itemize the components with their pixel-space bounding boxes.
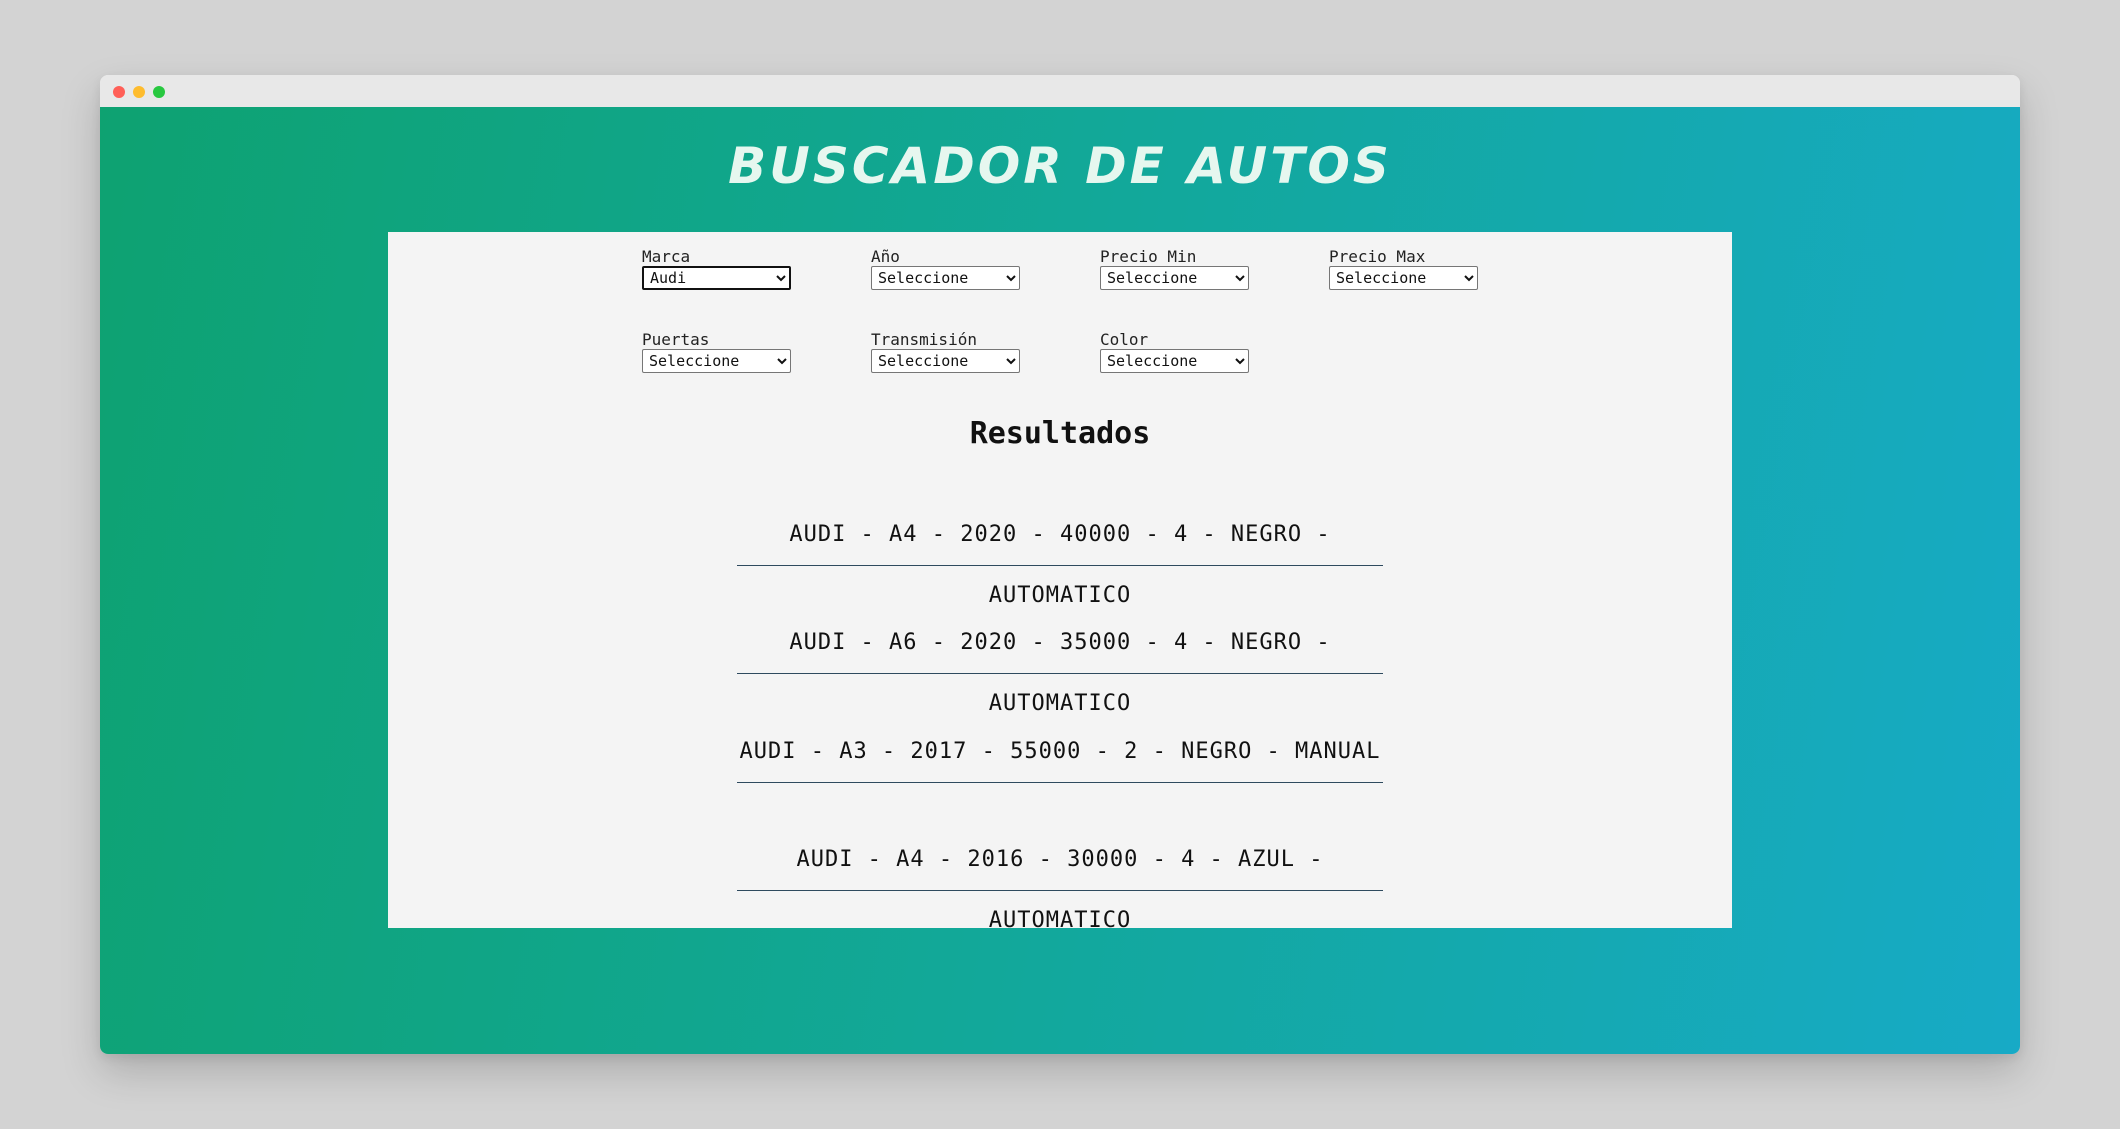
marca-select[interactable]: Audi [642, 266, 791, 290]
precio-max-select[interactable]: Seleccione [1329, 266, 1478, 290]
filter-marca: Marca Audi [642, 248, 792, 290]
close-window-button[interactable] [113, 86, 125, 98]
filter-year-label: Año [871, 247, 900, 266]
filter-precio-min: Precio Min Seleccione [1100, 248, 1250, 290]
result-item: AUDI - A4 - 2016 - 30000 - 4 - AZUL - AU… [737, 829, 1383, 933]
filter-transmision-label: Transmisión [871, 330, 977, 349]
filter-color-label: Color [1100, 330, 1149, 349]
result-item: AUDI - A6 - 2020 - 35000 - 4 - NEGRO - A… [737, 612, 1383, 716]
filter-puertas: Puertas Seleccione [642, 331, 792, 373]
results-heading: Resultados [969, 416, 1151, 451]
filter-marca-label: Marca [642, 247, 691, 266]
minimize-window-button[interactable] [133, 86, 145, 98]
filter-precio-max: Precio Max Seleccione [1329, 248, 1479, 290]
puertas-select[interactable]: Seleccione [642, 349, 791, 373]
maximize-window-button[interactable] [153, 86, 165, 98]
result-item: AUDI - A4 - 2020 - 40000 - 4 - NEGRO - A… [737, 504, 1383, 608]
filter-precio-max-label: Precio Max [1329, 247, 1426, 266]
year-select[interactable]: Seleccione [871, 266, 1020, 290]
filter-color: Color Seleccione [1100, 331, 1250, 373]
filter-year: Año Seleccione [871, 248, 1021, 290]
window-titlebar [100, 75, 2020, 107]
page-title: Buscador de Autos [728, 137, 1392, 195]
color-select[interactable]: Seleccione [1100, 349, 1249, 373]
filter-precio-min-label: Precio Min [1100, 247, 1197, 266]
search-panel: Marca Audi Año Seleccione Precio Min Sel… [388, 232, 1732, 933]
precio-min-select[interactable]: Seleccione [1100, 266, 1249, 290]
transmision-select[interactable]: Seleccione [871, 349, 1020, 373]
result-item: AUDI - A3 - 2017 - 55000 - 2 - NEGRO - M… [737, 721, 1383, 783]
filter-transmision: Transmisión Seleccione [871, 331, 1021, 373]
page-content: Buscador de Autos Marca Audi Año Selecci… [100, 107, 2020, 1054]
filter-puertas-label: Puertas [642, 330, 710, 349]
browser-window: Buscador de Autos Marca Audi Año Selecci… [100, 75, 2020, 1054]
